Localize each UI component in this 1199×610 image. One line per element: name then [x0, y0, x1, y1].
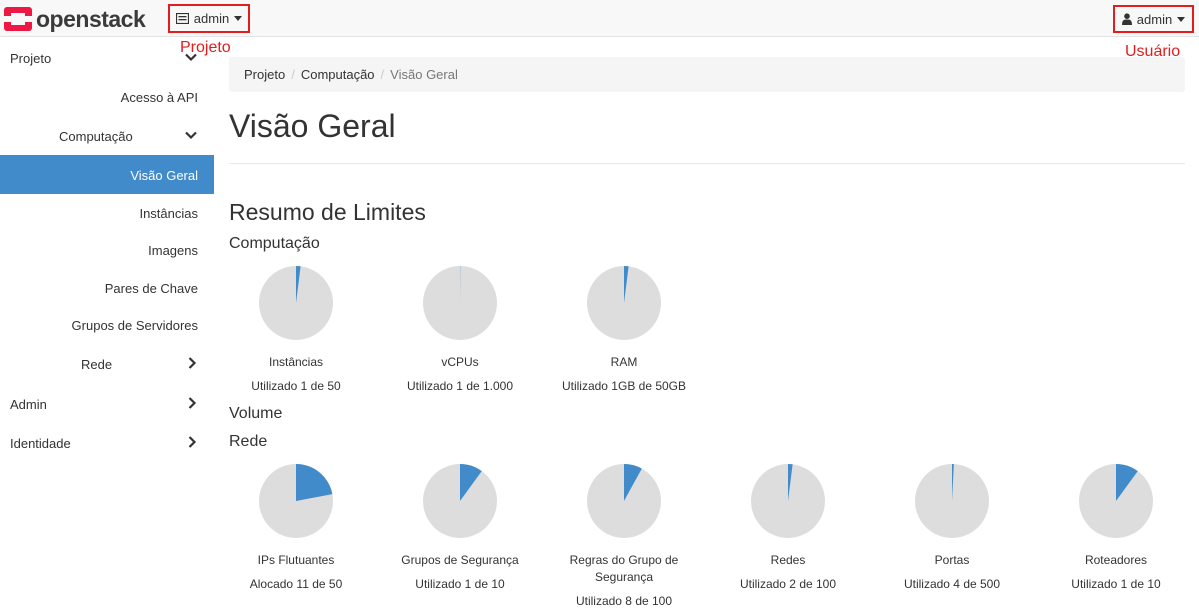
- breadcrumb-item-current: Visão Geral: [390, 67, 458, 82]
- pie-graphic: [258, 463, 334, 539]
- pie-graphic: [750, 463, 826, 539]
- pie-usage-text: Utilizado 1GB de 50GB: [542, 378, 706, 395]
- pie-chart-grupos-de-seguranca: Grupos de Segurança Utilizado 1 de 10: [378, 463, 542, 593]
- section-heading-volume: Volume: [229, 405, 282, 423]
- pie-chart-ram: RAM Utilizado 1GB de 50GB: [542, 265, 706, 395]
- sidebar-item-visao-geral[interactable]: Visão Geral: [0, 155, 214, 194]
- pie-chart-ips-flutuantes: IPs Flutuantes Alocado 11 de 50: [214, 463, 378, 593]
- breadcrumb-separator: /: [291, 67, 295, 82]
- project-dropdown-label: admin: [194, 11, 229, 26]
- chevron-down-icon: [184, 50, 198, 64]
- pie-label: Regras do Grupo de Segurança: [542, 552, 706, 586]
- pie-usage-text: Utilizado 2 de 100: [706, 576, 870, 593]
- sidebar-item-label: Identidade: [10, 436, 71, 451]
- pie-graphic: [586, 265, 662, 341]
- pie-chart-regras-do-grupo-de-seguranca: Regras do Grupo de Segurança Utilizado 8 …: [542, 463, 706, 610]
- sidebar-item-label: Admin: [10, 397, 47, 412]
- pie-graphic: [422, 463, 498, 539]
- section-heading-compute: Computação: [229, 235, 320, 253]
- sidebar-item-label: Computação: [59, 129, 133, 144]
- sidebar-item-label: Imagens: [148, 243, 198, 258]
- top-navbar: openstack admin admin: [0, 0, 1199, 37]
- sidebar-item-label: Instâncias: [139, 206, 198, 221]
- sidebar-item-label: Projeto: [10, 51, 51, 66]
- pie-usage-text: Utilizado 1 de 1.000: [378, 378, 542, 395]
- chevron-right-icon: [185, 356, 199, 370]
- pie-chart-roteadores: Roteadores Utilizado 1 de 10: [1034, 463, 1198, 593]
- pie-usage-text: Utilizado 8 de 100: [542, 593, 706, 610]
- sidebar-item-label: Pares de Chave: [105, 281, 198, 296]
- pie-chart-redes: Redes Utilizado 2 de 100: [706, 463, 870, 593]
- project-list-icon: [176, 13, 189, 24]
- user-dropdown[interactable]: admin: [1113, 5, 1194, 33]
- pie-label: IPs Flutuantes: [214, 552, 378, 569]
- pie-chart-vcpus: vCPUs Utilizado 1 de 1.000: [378, 265, 542, 395]
- sidebar-item-label: Grupos de Servidores: [72, 318, 198, 333]
- pie-usage-text: Utilizado 1 de 10: [1034, 576, 1198, 593]
- openstack-logo[interactable]: openstack: [4, 7, 145, 31]
- pie-graphic: [586, 463, 662, 539]
- limits-heading: Resumo de Limites: [229, 199, 426, 226]
- sidebar-item-label: Visão Geral: [130, 168, 198, 183]
- pie-usage-text: Utilizado 4 de 500: [870, 576, 1034, 593]
- openstack-logo-icon: [4, 7, 32, 31]
- pie-usage-text: Utilizado 1 de 10: [378, 576, 542, 593]
- pie-label: Roteadores: [1034, 552, 1198, 569]
- chevron-down-icon: [184, 128, 198, 142]
- pie-usage-text: Alocado 11 de 50: [214, 576, 378, 593]
- caret-down-icon: [1177, 17, 1185, 22]
- title-divider: [229, 163, 1185, 164]
- breadcrumb-item-projeto[interactable]: Projeto: [244, 67, 285, 82]
- breadcrumb-separator: /: [381, 67, 385, 82]
- chevron-right-icon: [185, 435, 199, 449]
- pie-graphic: [914, 463, 990, 539]
- pie-chart-instancias: Instâncias Utilizado 1 de 50: [214, 265, 378, 395]
- pie-graphic: [1078, 463, 1154, 539]
- user-icon: [1122, 13, 1132, 25]
- pie-label: Portas: [870, 552, 1034, 569]
- pie-usage-text: Utilizado 1 de 50: [214, 378, 378, 395]
- sidebar-item-label: Rede: [81, 357, 112, 372]
- section-heading-network: Rede: [229, 433, 267, 451]
- sidebar-item-label: Acesso à API: [121, 90, 198, 105]
- pie-graphic: [258, 265, 334, 341]
- pie-graphic: [422, 265, 498, 341]
- project-dropdown[interactable]: admin: [168, 4, 250, 33]
- pie-label: Redes: [706, 552, 870, 569]
- pie-label: Instâncias: [214, 354, 378, 371]
- page-title: Visão Geral: [229, 108, 396, 145]
- breadcrumb-item-computacao[interactable]: Computação: [301, 67, 375, 82]
- pie-label: RAM: [542, 354, 706, 371]
- pie-chart-portas: Portas Utilizado 4 de 500: [870, 463, 1034, 593]
- pie-label: Grupos de Segurança: [378, 552, 542, 569]
- pie-label: vCPUs: [378, 354, 542, 371]
- breadcrumb: Projeto / Computação / Visão Geral: [229, 57, 1185, 92]
- chevron-right-icon: [185, 396, 199, 410]
- user-dropdown-label: admin: [1137, 12, 1172, 27]
- brand-name: openstack: [36, 7, 145, 31]
- caret-down-icon: [234, 16, 242, 21]
